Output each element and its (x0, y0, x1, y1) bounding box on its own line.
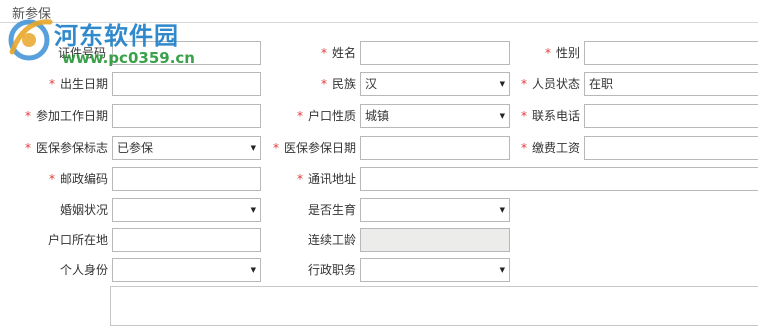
required-mark: * (320, 77, 327, 91)
label-medical-flag: * 医保参保标志 (24, 141, 108, 155)
label-staff-status: * 人员状态 (520, 77, 580, 91)
required-mark: * (24, 109, 31, 123)
phone-input[interactable] (584, 104, 758, 128)
label-medical-date: * 医保参保日期 (272, 141, 356, 155)
label-continuous-years: 连续工龄 (307, 233, 356, 247)
required-mark: * (520, 109, 527, 123)
birth-date-input[interactable] (112, 72, 261, 96)
household-type-select[interactable]: 城镇 ▼ (360, 104, 510, 128)
label-postal-code: * 邮政编码 (48, 172, 108, 186)
label-name: * 姓名 (320, 46, 356, 60)
label-birth-date: * 出生日期 (48, 77, 108, 91)
label-address: * 通讯地址 (296, 172, 356, 186)
chevron-down-icon: ▼ (250, 144, 256, 152)
required-mark: * (320, 46, 327, 60)
remarks-textarea[interactable] (110, 286, 758, 326)
required-mark: * (296, 109, 303, 123)
household-type-value: 城镇 (365, 109, 390, 123)
label-has-children: 是否生育 (307, 203, 356, 217)
medical-flag-value: 已参保 (117, 141, 154, 155)
required-mark: * (48, 77, 55, 91)
required-mark: * (520, 141, 527, 155)
required-mark: * (520, 77, 527, 91)
watermark-logo-icon (8, 19, 53, 61)
address-input[interactable] (360, 167, 758, 191)
watermark-url: www.pc0359.cn (62, 49, 195, 67)
label-personal-identity: 个人身份 (59, 263, 108, 277)
continuous-years-input (360, 228, 510, 252)
chevron-down-icon: ▼ (250, 206, 256, 214)
watermark: 河东软件园 www.pc0359.cn (2, 6, 212, 68)
admin-position-select[interactable]: ▼ (360, 258, 510, 282)
postal-code-input[interactable] (112, 167, 261, 191)
label-admin-position: 行政职务 (307, 263, 356, 277)
label-gender: * 性别 (544, 46, 580, 60)
marital-status-select[interactable]: ▼ (112, 198, 261, 222)
required-mark: * (272, 141, 279, 155)
medical-date-input[interactable] (360, 136, 510, 160)
label-phone: * 联系电话 (520, 109, 580, 123)
name-input[interactable] (360, 41, 510, 65)
label-household-type: * 户口性质 (296, 109, 356, 123)
ethnicity-select[interactable]: 汉 ▼ (360, 72, 510, 96)
watermark-name: 河东软件园 (54, 21, 179, 50)
label-contribution-wage: * 缴费工资 (520, 141, 580, 155)
required-mark: * (24, 141, 31, 155)
chevron-down-icon: ▼ (499, 266, 505, 274)
has-children-select[interactable]: ▼ (360, 198, 510, 222)
label-marital-status: 婚姻状况 (59, 203, 108, 217)
chevron-down-icon: ▼ (499, 206, 505, 214)
work-start-date-input[interactable] (112, 104, 261, 128)
staff-status-input[interactable]: 在职 (584, 72, 758, 96)
contribution-wage-input[interactable] (584, 136, 758, 160)
personal-identity-select[interactable]: ▼ (112, 258, 261, 282)
chevron-down-icon: ▼ (250, 266, 256, 274)
chevron-down-icon: ▼ (499, 80, 505, 88)
household-location-input[interactable] (112, 228, 261, 252)
required-mark: * (544, 46, 551, 60)
required-mark: * (296, 172, 303, 186)
medical-flag-select[interactable]: 已参保 ▼ (112, 136, 261, 160)
required-mark: * (48, 172, 55, 186)
label-work-start-date: * 参加工作日期 (24, 109, 108, 123)
ethnicity-value: 汉 (365, 77, 378, 91)
label-ethnicity: * 民族 (320, 77, 356, 91)
label-household-location: 户口所在地 (47, 233, 108, 247)
gender-input[interactable] (584, 41, 758, 65)
chevron-down-icon: ▼ (499, 112, 505, 120)
